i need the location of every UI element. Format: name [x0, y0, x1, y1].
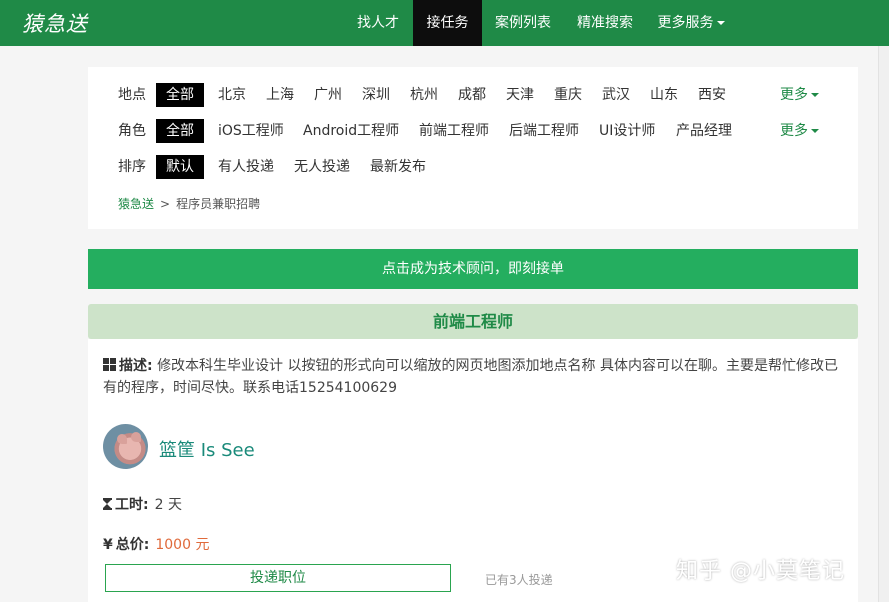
filter-location-label: 地点 [118, 87, 146, 103]
site-logo[interactable]: 猿急送 [22, 8, 88, 38]
nav-more-services-label: 更多服务 [657, 15, 714, 31]
filter-location-all[interactable]: 全部 [156, 83, 204, 107]
hourglass-icon [103, 498, 112, 510]
filter-location-option[interactable]: 成都 [458, 83, 486, 107]
job-price: ¥ 总价: 1000 元 [103, 534, 209, 554]
filter-role-option[interactable]: 前端工程师 [419, 119, 489, 143]
duration-label: 工时: [115, 497, 149, 513]
scrollbar[interactable] [878, 46, 889, 602]
job-duration: 工时: 2 天 [103, 494, 182, 514]
watermark: 知乎 @小莫笔记 [676, 559, 845, 584]
filter-location-more[interactable]: 更多 [780, 83, 819, 107]
price-label: 总价: [115, 537, 150, 553]
sort-option[interactable]: 最新发布 [370, 155, 426, 179]
apply-job-button[interactable]: 投递职位 [105, 564, 451, 592]
breadcrumb-separator: > [160, 197, 171, 211]
filter-location-option[interactable]: 山东 [650, 83, 678, 107]
more-label: 更多 [780, 123, 808, 139]
filter-location-option[interactable]: 杭州 [410, 83, 438, 107]
filter-sort-label: 排序 [118, 159, 146, 175]
caret-down-icon [811, 93, 819, 97]
filter-location-option[interactable]: 武汉 [602, 83, 630, 107]
filter-role-more[interactable]: 更多 [780, 119, 819, 143]
duration-value: 2 天 [154, 497, 182, 513]
filter-panel: 地点 全部 北京 上海 广州 深圳 杭州 成都 天津 重庆 武汉 山东 西安 更… [88, 67, 858, 229]
filter-role-option[interactable]: UI设计师 [599, 119, 655, 143]
yen-icon: ¥ [103, 537, 113, 553]
sort-option[interactable]: 有人投递 [218, 155, 274, 179]
breadcrumb-current: 程序员兼职招聘 [176, 197, 261, 211]
filter-location-option[interactable]: 重庆 [554, 83, 582, 107]
sort-option[interactable]: 无人投递 [294, 155, 350, 179]
grid-icon [103, 358, 116, 371]
caret-down-icon [811, 129, 819, 133]
filter-role-option[interactable]: 后端工程师 [509, 119, 579, 143]
more-label: 更多 [780, 87, 808, 103]
become-consultant-banner[interactable]: 点击成为技术顾问，即刻接单 [88, 249, 858, 289]
nav-more-services[interactable]: 更多服务 [647, 0, 735, 46]
price-value: 1000 元 [155, 537, 210, 553]
description-label: 描述: [119, 358, 153, 374]
description-text: 修改本科生毕业设计 以按钮的形式向可以缩放的网页地图添加地点名称 具体内容可以在… [103, 358, 838, 396]
top-navbar: 猿急送 找人才 接任务 案例列表 精准搜索 更多服务 [0, 0, 889, 46]
filter-location-option[interactable]: 西安 [698, 83, 726, 107]
nav-find-talent[interactable]: 找人才 [344, 0, 412, 46]
nav-case-list[interactable]: 案例列表 [483, 0, 563, 46]
filter-role-option[interactable]: iOS工程师 [218, 119, 284, 143]
filter-location-option[interactable]: 北京 [218, 83, 246, 107]
job-title[interactable]: 前端工程师 [88, 304, 858, 339]
poster-name[interactable]: 篮筐 Is See [159, 436, 255, 462]
filter-location-option[interactable]: 天津 [506, 83, 534, 107]
sort-default[interactable]: 默认 [156, 155, 204, 179]
filter-location-option[interactable]: 深圳 [362, 83, 390, 107]
nav-take-tasks[interactable]: 接任务 [413, 0, 482, 46]
filter-role-label: 角色 [118, 123, 146, 139]
caret-down-icon [716, 21, 725, 25]
filter-role-option[interactable]: Android工程师 [303, 119, 399, 143]
breadcrumb-home[interactable]: 猿急送 [118, 197, 154, 211]
filter-location-option[interactable]: 上海 [266, 83, 294, 107]
filter-role-all[interactable]: 全部 [156, 119, 204, 143]
filter-role-option[interactable]: 产品经理 [676, 119, 732, 143]
applied-count: 已有3人投递 [485, 573, 553, 587]
poster-avatar[interactable] [103, 424, 148, 469]
breadcrumb: 猿急送 > 程序员兼职招聘 [118, 195, 260, 212]
filter-location-option[interactable]: 广州 [314, 83, 342, 107]
job-description: 描述: 修改本科生毕业设计 以按钮的形式向可以缩放的网页地图添加地点名称 具体内… [103, 355, 848, 399]
nav-precise-search[interactable]: 精准搜索 [564, 0, 646, 46]
